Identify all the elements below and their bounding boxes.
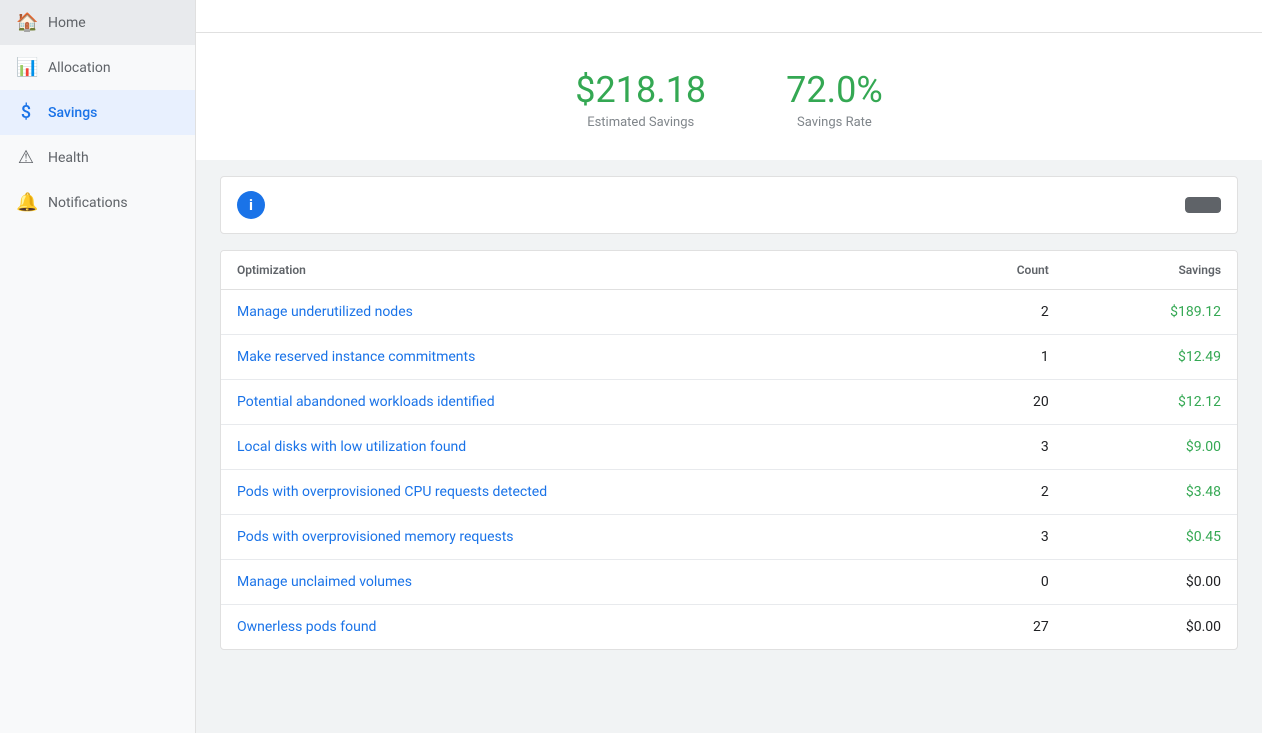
count-cell: 20 [932, 380, 1065, 425]
optimization-link[interactable]: Local disks with low utilization found [221, 425, 932, 470]
sidebar: 🏠 Home 📊 Allocation $ Savings ⚠ Health 🔔 Notifica… [0, 0, 196, 733]
table-row: Potential abandoned workloads identified… [221, 380, 1237, 425]
optimization-link[interactable]: Manage unclaimed volumes [221, 560, 932, 605]
savings-cell: $0.00 [1065, 560, 1237, 605]
count-cell: 0 [932, 560, 1065, 605]
table-header: Optimization Count Savings [221, 251, 1237, 290]
metrics-row: $218.18 Estimated Savings 72.0% Savings … [196, 33, 1262, 160]
savings-cell: $0.00 [1065, 605, 1237, 650]
table-row: Make reserved instance commitments1$12.4… [221, 335, 1237, 380]
table-row: Pods with overprovisioned CPU requests d… [221, 470, 1237, 515]
savings-cell: $0.45 [1065, 515, 1237, 560]
page-header [196, 0, 1262, 33]
count-cell: 3 [932, 515, 1065, 560]
sidebar-item-label-home: Home [48, 15, 86, 31]
optimization-link[interactable]: Pods with overprovisioned memory request… [221, 515, 932, 560]
estimated-savings-label: Estimated Savings [575, 115, 706, 130]
col-savings: Savings [1065, 251, 1237, 290]
savings-cell: $12.49 [1065, 335, 1237, 380]
sidebar-item-savings[interactable]: $ Savings [0, 90, 195, 135]
savings-rate-label: Savings Rate [786, 115, 883, 130]
sidebar-item-notifications[interactable]: 🔔 Notifications [0, 180, 195, 225]
sidebar-item-allocation[interactable]: 📊 Allocation [0, 45, 195, 90]
notifications-icon: 🔔 [16, 192, 36, 213]
metric-estimated-savings: $218.18 Estimated Savings [575, 69, 706, 130]
table-row: Manage underutilized nodes2$189.12 [221, 290, 1237, 335]
savings-rate-value: 72.0% [786, 69, 883, 111]
sidebar-item-label-savings: Savings [48, 105, 97, 121]
table-row: Ownerless pods found27$0.00 [221, 605, 1237, 650]
sidebar-item-label-notifications: Notifications [48, 195, 128, 211]
health-icon: ⚠ [16, 147, 36, 168]
count-cell: 2 [932, 470, 1065, 515]
optimization-link[interactable]: Manage underutilized nodes [221, 290, 932, 335]
info-banner: i [220, 176, 1238, 234]
sidebar-item-label-allocation: Allocation [48, 60, 111, 76]
optimization-link[interactable]: Potential abandoned workloads identified [221, 380, 932, 425]
metric-savings-rate: 72.0% Savings Rate [786, 69, 883, 130]
col-optimization: Optimization [221, 251, 932, 290]
savings-icon: $ [16, 102, 36, 123]
optimization-link[interactable]: Ownerless pods found [221, 605, 932, 650]
count-cell: 3 [932, 425, 1065, 470]
savings-cell: $9.00 [1065, 425, 1237, 470]
info-icon: i [237, 191, 265, 219]
table-row: Pods with overprovisioned memory request… [221, 515, 1237, 560]
count-cell: 2 [932, 290, 1065, 335]
optimization-link[interactable]: Make reserved instance commitments [221, 335, 932, 380]
count-cell: 27 [932, 605, 1065, 650]
optimization-table-container: Optimization Count Savings Manage underu… [220, 250, 1238, 650]
optimization-table: Optimization Count Savings Manage underu… [221, 251, 1237, 649]
table-body: Manage underutilized nodes2$189.12Make r… [221, 290, 1237, 650]
estimated-savings-value: $218.18 [575, 69, 706, 111]
allocation-icon: 📊 [16, 57, 36, 78]
sidebar-item-health[interactable]: ⚠ Health [0, 135, 195, 180]
sidebar-item-home[interactable]: 🏠 Home [0, 0, 195, 45]
count-cell: 1 [932, 335, 1065, 380]
table-row: Local disks with low utilization found3$… [221, 425, 1237, 470]
optimization-link[interactable]: Pods with overprovisioned CPU requests d… [221, 470, 932, 515]
home-icon: 🏠 [16, 12, 36, 33]
savings-cell: $3.48 [1065, 470, 1237, 515]
col-count: Count [932, 251, 1065, 290]
savings-cell: $189.12 [1065, 290, 1237, 335]
main-content: $218.18 Estimated Savings 72.0% Savings … [196, 0, 1262, 733]
add-key-button[interactable] [1185, 197, 1221, 213]
savings-cell: $12.12 [1065, 380, 1237, 425]
sidebar-item-label-health: Health [48, 150, 89, 166]
table-row: Manage unclaimed volumes0$0.00 [221, 560, 1237, 605]
